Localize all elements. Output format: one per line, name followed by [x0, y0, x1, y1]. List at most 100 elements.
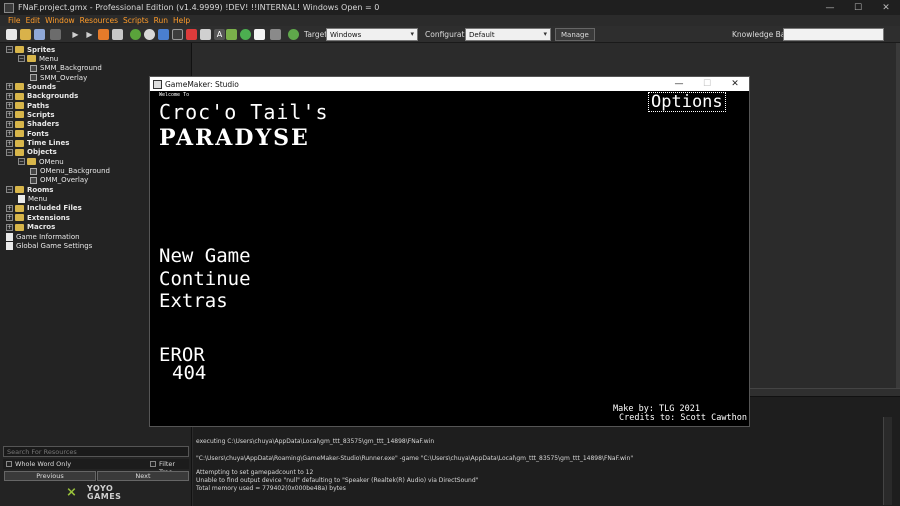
tree-item[interactable]: − OMenu — [18, 157, 64, 166]
tree-item[interactable]: − Objects — [6, 148, 57, 157]
tree-item[interactable]: + Scripts — [6, 110, 55, 119]
tree-item[interactable]: OMenu_Background — [30, 167, 110, 176]
stop-icon[interactable] — [98, 29, 109, 40]
chevron-down-icon: ▾ — [543, 30, 547, 38]
font-resource-icon[interactable]: A — [214, 29, 225, 40]
whole-word-checkbox[interactable] — [6, 461, 12, 467]
previous-button[interactable]: Previous — [4, 471, 96, 481]
resource-icon — [30, 167, 37, 175]
expand-icon[interactable]: + — [6, 83, 13, 91]
debug-icon[interactable]: ▶ — [84, 29, 95, 40]
menu-edit[interactable]: Edit — [26, 16, 41, 25]
room-resource-icon[interactable] — [254, 29, 265, 40]
target-select[interactable]: Windows ▾ — [326, 28, 418, 41]
manage-button[interactable]: Manage — [555, 28, 595, 41]
game-window-titlebar: GameMaker: Studio — ☐ ✕ — [150, 77, 749, 91]
game-canvas[interactable]: Welcome To Croc'o Tail's PARADYSE Option… — [150, 91, 749, 426]
script-resource-icon[interactable] — [186, 29, 197, 40]
tree-item[interactable]: + Macros — [6, 223, 55, 232]
expand-icon[interactable]: + — [6, 102, 13, 110]
save-project-icon[interactable] — [34, 29, 45, 40]
tree-item[interactable]: Game Information — [6, 232, 80, 241]
ide-title: FNaF.project.gmx - Professional Edition … — [18, 3, 380, 12]
tree-item[interactable]: OMM_Overlay — [30, 176, 88, 185]
folder-icon — [15, 186, 24, 194]
tree-item[interactable]: + Included Files — [6, 204, 82, 213]
tree-item[interactable]: − Menu — [18, 54, 58, 63]
help-icon[interactable] — [288, 29, 299, 40]
tree-item[interactable]: SMM_Background — [30, 64, 102, 73]
close-button[interactable]: ✕ — [872, 0, 900, 15]
menu-scripts[interactable]: Scripts — [123, 16, 149, 25]
tree-item[interactable]: Menu — [18, 195, 47, 204]
resource-icon — [30, 74, 37, 82]
tree-item[interactable]: + Fonts — [6, 129, 49, 138]
collapse-icon[interactable]: − — [6, 148, 13, 156]
tree-item[interactable]: + Paths — [6, 101, 49, 110]
tree-item[interactable]: + Extensions — [6, 213, 70, 222]
tree-item-label: Game Information — [16, 232, 80, 241]
document-icon — [18, 195, 25, 204]
next-button[interactable]: Next — [97, 471, 189, 481]
menu-window[interactable]: Window — [45, 16, 75, 25]
continue-menu-item[interactable]: Continue — [159, 268, 251, 290]
object-resource-icon[interactable] — [240, 29, 251, 40]
new-game-menu-item[interactable]: New Game — [159, 245, 251, 267]
sprite-resource-icon[interactable] — [130, 29, 141, 40]
export-icon[interactable] — [50, 29, 61, 40]
minimize-button[interactable]: — — [816, 0, 844, 15]
path-resource-icon[interactable] — [172, 29, 183, 40]
tree-item[interactable]: − Sprites — [6, 45, 55, 54]
folder-icon — [15, 111, 24, 119]
expand-icon[interactable]: + — [6, 111, 13, 119]
expand-icon[interactable]: + — [6, 92, 13, 100]
folder-icon — [15, 92, 24, 100]
new-project-icon[interactable] — [6, 29, 17, 40]
credit-thanks: Credits to: Scott Cawthon — [619, 413, 747, 423]
menu-resources[interactable]: Resources — [80, 16, 118, 25]
output-vertical-scrollbar[interactable] — [883, 417, 892, 505]
run-icon[interactable]: ▶ — [70, 29, 81, 40]
menu-run[interactable]: Run — [154, 16, 168, 25]
knowledge-base-input[interactable] — [783, 28, 884, 41]
tree-item[interactable]: + Time Lines — [6, 139, 69, 148]
output-line: Total memory used = 779402(0x000be48a) b… — [196, 485, 346, 492]
menu-help[interactable]: Help — [173, 16, 190, 25]
options-menu-item[interactable]: Options — [648, 92, 726, 112]
expand-icon[interactable]: + — [6, 223, 13, 231]
tree-item-label: Backgrounds — [27, 92, 79, 101]
tree-item[interactable]: SMM_Overlay — [30, 73, 87, 82]
workspace-scrollbar[interactable] — [896, 43, 900, 388]
configuration-select[interactable]: Default ▾ — [465, 28, 551, 41]
open-project-icon[interactable] — [20, 29, 31, 40]
resource-search-input[interactable]: Search For Resources — [3, 446, 189, 457]
collapse-icon[interactable]: − — [6, 46, 13, 53]
expand-icon[interactable]: + — [6, 120, 13, 128]
game-info-icon[interactable] — [270, 29, 281, 40]
extras-menu-item[interactable]: Extras — [159, 290, 228, 312]
game-close-button[interactable]: ✕ — [721, 77, 749, 91]
sound-resource-icon[interactable] — [144, 29, 155, 40]
expand-icon[interactable]: + — [6, 214, 13, 222]
maximize-button[interactable]: ☐ — [844, 0, 872, 15]
filter-tree-checkbox[interactable] — [150, 461, 156, 467]
expand-icon[interactable]: + — [6, 130, 13, 138]
tree-item[interactable]: + Shaders — [6, 120, 59, 129]
collapse-icon[interactable]: − — [18, 158, 25, 166]
create-exe-icon[interactable] — [112, 29, 123, 40]
expand-icon[interactable]: + — [6, 139, 13, 147]
expand-icon[interactable]: + — [6, 204, 13, 212]
folder-icon — [27, 55, 36, 63]
background-resource-icon[interactable] — [158, 29, 169, 40]
shader-resource-icon[interactable] — [200, 29, 211, 40]
game-maximize-button[interactable]: ☐ — [693, 77, 721, 91]
game-minimize-button[interactable]: — — [665, 77, 693, 91]
tree-item[interactable]: + Backgrounds — [6, 92, 78, 101]
collapse-icon[interactable]: − — [6, 186, 13, 194]
tree-item[interactable]: − Rooms — [6, 185, 53, 194]
tree-item[interactable]: Global Game Settings — [6, 241, 92, 250]
menu-file[interactable]: File — [8, 16, 21, 25]
tree-item[interactable]: + Sounds — [6, 82, 56, 91]
timeline-resource-icon[interactable] — [226, 29, 237, 40]
collapse-icon[interactable]: − — [18, 55, 25, 63]
